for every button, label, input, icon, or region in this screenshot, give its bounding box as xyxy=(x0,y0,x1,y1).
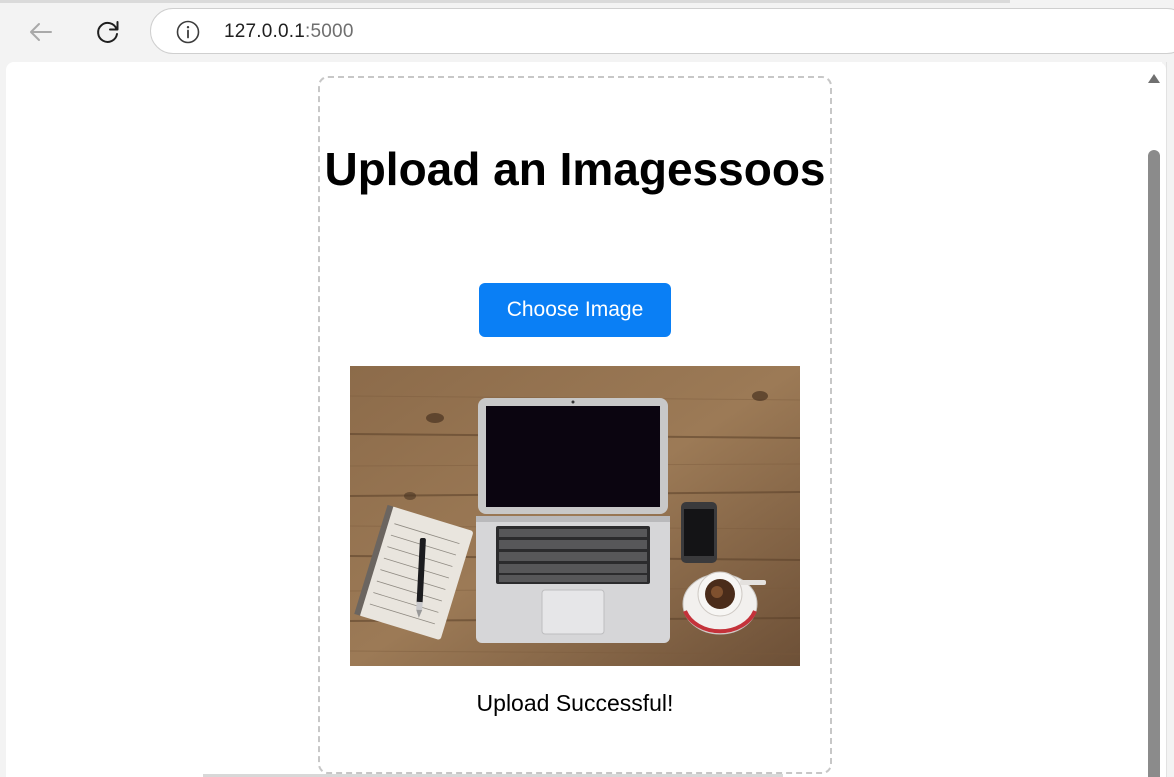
tab-strip-edge xyxy=(0,0,1010,3)
url-text[interactable]: 127.0.0.1:5000 xyxy=(224,21,354,43)
preview-image xyxy=(350,366,800,666)
scrollbar-thumb[interactable] xyxy=(1148,150,1160,777)
address-bar[interactable]: 127.0.0.1:5000 xyxy=(150,8,1174,54)
window-right-edge xyxy=(1166,62,1174,777)
back-button[interactable] xyxy=(23,14,59,50)
upload-status-message: Upload Successful! xyxy=(476,690,674,716)
page-title: Upload an Imagessoos xyxy=(324,143,826,195)
arrow-left-icon xyxy=(30,23,52,41)
choose-image-button[interactable]: Choose Image xyxy=(479,283,671,337)
info-icon[interactable] xyxy=(176,20,200,44)
browser-toolbar: 127.0.0.1:5000 xyxy=(0,0,1174,62)
url-port: :5000 xyxy=(305,21,354,42)
upload-card: Upload an Imagessoos Choose Image Upload… xyxy=(318,76,832,774)
scroll-up-arrow-icon[interactable] xyxy=(1148,74,1160,83)
reload-icon xyxy=(97,21,119,43)
url-host: 127.0.0.1 xyxy=(224,21,306,42)
reload-button[interactable] xyxy=(90,14,126,50)
